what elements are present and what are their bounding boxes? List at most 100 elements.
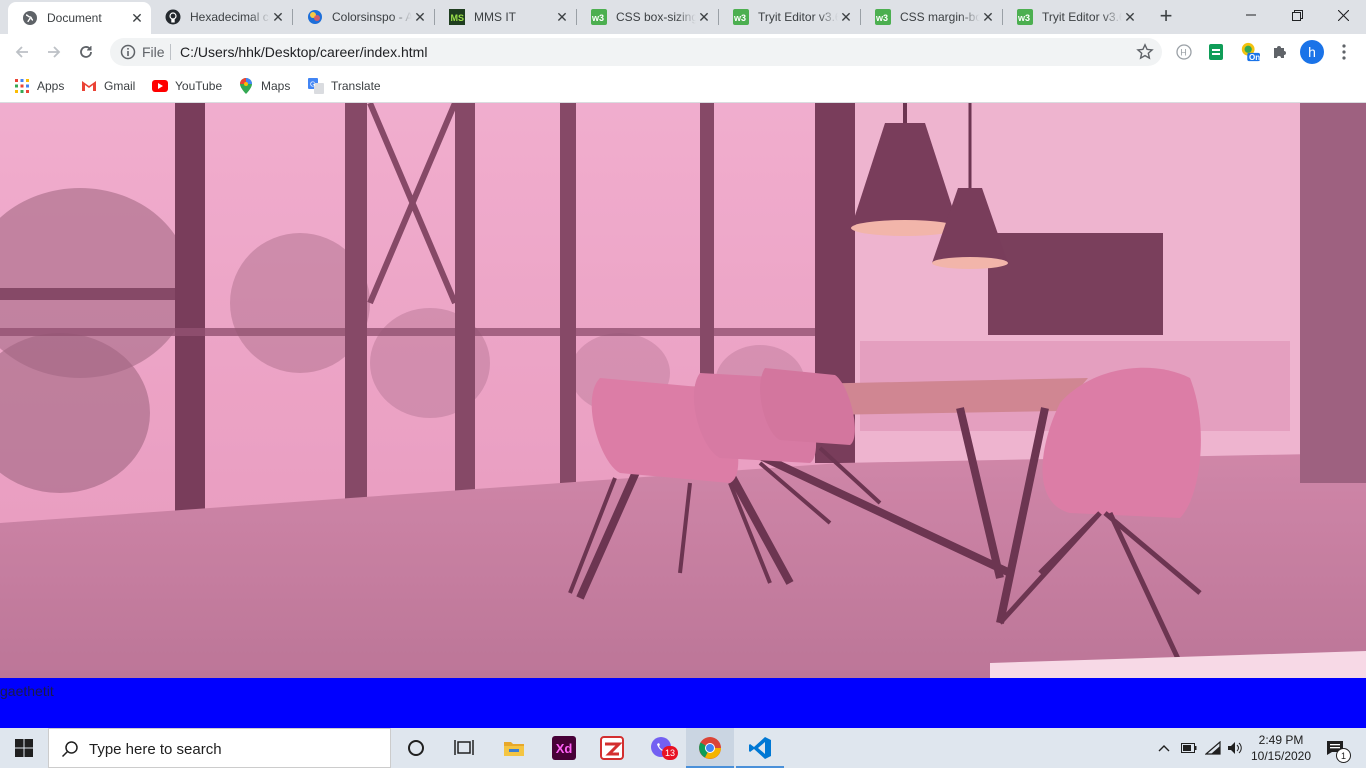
omnibox-divider [170,44,171,60]
viber-icon[interactable]: 13 [638,728,686,768]
tab-mms-it[interactable]: MS MMS IT ✕ [435,0,576,34]
tab-title: Hexadecimal color [190,10,270,24]
mms-icon: MS [449,9,465,25]
bookmark-star-icon[interactable] [1136,43,1154,66]
extension-on-icon[interactable]: On [1240,42,1260,62]
svg-text:G: G [310,82,315,89]
clock-time: 2:49 PM [1258,733,1304,747]
minimize-button[interactable] [1228,0,1274,30]
hero-image [0,103,1366,678]
gmail-icon [81,78,97,94]
url-text[interactable]: C:/Users/hhk/Desktop/career/index.html [180,44,427,60]
back-arrow-icon [15,46,28,58]
tab-title: CSS box-sizing [616,10,696,24]
volume-icon[interactable] [1224,728,1246,768]
back-button[interactable] [8,38,36,66]
forward-arrow-icon [48,46,61,58]
new-tab-button[interactable]: + [1154,5,1178,29]
reload-icon [80,46,92,58]
minimize-icon [1246,14,1256,16]
tab-tryit-editor-1[interactable]: w3 Tryit Editor v3.6 ✕ [719,0,860,34]
tab-strip: Document ✕ Hexadecimal color ✕ Colorsins… [0,0,1366,34]
github-icon [165,9,181,25]
bookmark-label: Maps [261,79,291,93]
extensions-puzzle-icon[interactable] [1270,42,1290,62]
bookmark-label: Gmail [104,79,136,93]
restore-button[interactable] [1274,0,1320,30]
tab-title: MMS IT [474,10,516,24]
cortana-icon[interactable] [392,728,440,768]
bookmark-youtube[interactable]: YouTube [152,76,222,96]
restore-icon [1291,9,1303,21]
clock-date: 10/15/2020 [1250,749,1312,763]
tab-title: Colorsinspo - A [332,10,412,24]
office-meeting-room-photo [0,103,1366,678]
tab-title: Document [47,11,102,25]
footer-text: gaethetit [0,683,54,699]
tab-document[interactable]: Document ✕ [8,2,151,34]
bookmark-apps[interactable]: Apps [14,76,64,96]
app-red-icon[interactable] [588,728,636,768]
vscode-icon[interactable] [736,728,784,768]
info-icon[interactable] [120,44,136,65]
bookmark-maps[interactable]: Maps [238,76,290,96]
reload-button[interactable] [72,38,100,66]
bookmark-label: YouTube [175,79,223,93]
svg-text:w3: w3 [875,13,888,23]
youtube-icon [152,78,168,94]
extension-badge: On [1249,53,1261,62]
task-view-icon[interactable] [440,728,488,768]
bookmark-gmail[interactable]: Gmail [81,76,135,96]
close-tab-icon[interactable]: ✕ [980,9,996,25]
profile-avatar[interactable]: h [1300,40,1324,64]
tab-css-box-sizing[interactable]: w3 CSS box-sizing ✕ [577,0,718,34]
close-tab-icon[interactable]: ✕ [696,9,712,25]
svg-text:w3: w3 [1017,13,1030,23]
svg-text:H: H [1180,48,1187,58]
close-tab-icon[interactable]: ✕ [412,9,428,25]
start-button[interactable] [0,728,48,768]
bookmark-translate[interactable]: G Translate [308,76,381,96]
tab-colorsinspo[interactable]: Colorsinspo - A ✕ [293,0,434,34]
bookmark-label: Apps [37,79,65,93]
file-explorer-icon[interactable] [490,728,538,768]
w3schools-icon: w3 [1017,9,1033,25]
tab-tryit-editor-2[interactable]: w3 Tryit Editor v3.6 ✕ [1003,0,1144,34]
windows-taskbar: Type here to search Xd 13 2:49 PM 10/15/… [0,728,1366,768]
chrome-icon[interactable] [686,728,734,768]
taskbar-search-box[interactable]: Type here to search [48,728,391,768]
close-tab-icon[interactable]: ✕ [129,10,145,26]
forward-button[interactable] [40,38,68,66]
tab-css-margin[interactable]: w3 CSS margin-bottom ✕ [861,0,1002,34]
maps-icon [238,78,254,94]
close-tab-icon[interactable]: ✕ [838,9,854,25]
notification-badge: 1 [1336,748,1351,763]
globe-icon [22,10,38,26]
battery-icon[interactable] [1178,728,1200,768]
close-tab-icon[interactable]: ✕ [270,9,286,25]
tab-title: CSS margin-bottom [900,10,980,24]
bookmarks-bar: Apps Gmail YouTube Maps G Translate [0,70,1366,103]
close-window-button[interactable] [1320,0,1366,30]
footer-band: gaethetit [0,678,1366,728]
viber-badge: 13 [662,746,678,760]
close-tab-icon[interactable]: ✕ [1122,9,1138,25]
sheets-extension-icon[interactable] [1206,42,1226,62]
extension-h-icon[interactable]: H [1174,42,1194,62]
menu-kebab-icon[interactable] [1334,42,1354,62]
svg-text:MS: MS [451,13,465,23]
w3schools-icon: w3 [875,9,891,25]
address-bar[interactable]: File C:/Users/hhk/Desktop/career/index.h… [110,38,1162,66]
tab-title: Tryit Editor v3.6 [1042,10,1122,24]
tab-hexadecimal[interactable]: Hexadecimal color ✕ [151,0,292,34]
wifi-icon[interactable] [1202,728,1224,768]
w3schools-icon: w3 [733,9,749,25]
show-hidden-icons-chevron-icon[interactable] [1154,728,1174,768]
close-tab-icon[interactable]: ✕ [554,9,570,25]
w3schools-icon: w3 [591,9,607,25]
taskbar-clock[interactable]: 2:49 PM 10/15/2020 [1244,732,1318,764]
adobe-xd-icon[interactable]: Xd [540,728,588,768]
adobe-xd-label: Xd [552,736,576,760]
action-center-icon[interactable]: 1 [1320,728,1351,768]
svg-text:w3: w3 [591,13,604,23]
